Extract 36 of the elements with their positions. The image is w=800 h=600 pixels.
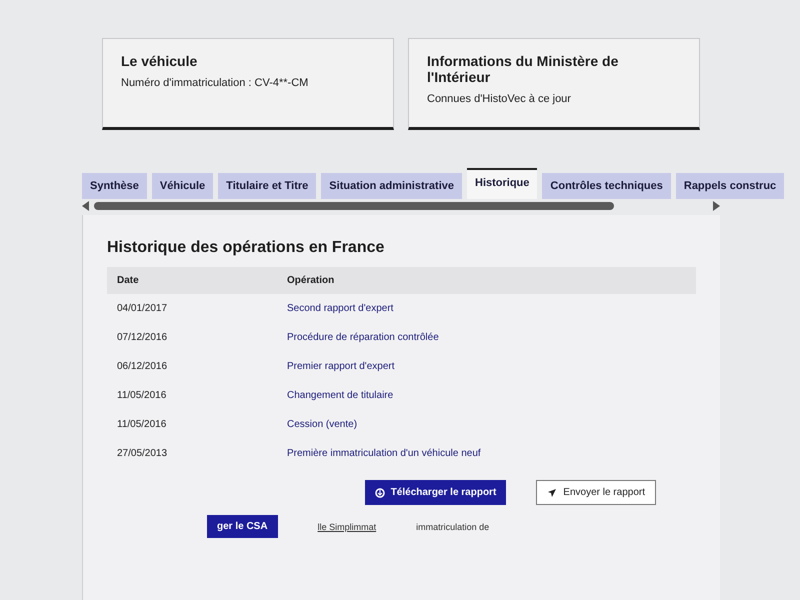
- tab[interactable]: Synthèse: [82, 173, 147, 199]
- download-button[interactable]: Télécharger le rapport: [364, 480, 506, 505]
- table-cell-text: Changement de titulaire: [286, 389, 394, 403]
- table-cell-text: 06/12/2016: [116, 360, 168, 374]
- column-header: Date: [107, 267, 277, 294]
- section-title: Historique des opérations en France: [107, 239, 386, 257]
- send-icon: [547, 488, 558, 498]
- scroll-right-icon[interactable]: [712, 201, 720, 211]
- table-cell-text: Première immatriculation d'un véhicule neuf: [286, 447, 482, 461]
- table-cell-text: 11/05/2016: [116, 418, 168, 432]
- tab[interactable]: Rappels construc: [676, 173, 784, 199]
- card-title: Le véhicule: [121, 53, 198, 69]
- tab[interactable]: Historique: [467, 168, 538, 199]
- download-icon: [374, 488, 385, 498]
- table-cell-text: 11/05/2016: [116, 389, 168, 403]
- table-cell: 04/01/2017: [107, 294, 277, 323]
- card-subtitle: Connues d'HistoVec à ce jour: [427, 93, 572, 105]
- csa-button[interactable]: ger le CSA: [207, 515, 278, 538]
- scroll-left-icon[interactable]: [82, 201, 90, 211]
- table-cell-text: Premier rapport d'expert: [286, 360, 396, 374]
- card-subtitle: Numéro d'immatriculation : CV-4**-CM: [121, 77, 310, 89]
- table-cell: Second rapport d'expert: [277, 294, 696, 323]
- tab[interactable]: Véhicule: [152, 173, 214, 199]
- table-cell-text: 07/12/2016: [116, 331, 168, 345]
- simplimmat-link[interactable]: lle Simplimmat: [318, 522, 376, 532]
- table-cell-text: Cession (vente): [286, 418, 358, 432]
- column-header: Opération: [277, 267, 696, 294]
- table-cell-text: 27/05/2013: [116, 447, 168, 461]
- scrollbar-thumb[interactable]: [94, 202, 614, 210]
- table-cell-text: Procédure de réparation contrôlée: [286, 331, 440, 345]
- send-button[interactable]: Envoyer le rapport: [536, 480, 656, 505]
- tab[interactable]: Titulaire et Titre: [218, 173, 316, 199]
- card-title: Informations du Ministère de l'Intérieur: [427, 53, 620, 85]
- tab[interactable]: Contrôles techniques: [542, 173, 671, 199]
- footer-text: immatriculation de: [416, 522, 490, 532]
- tab[interactable]: Situation administrative: [321, 173, 462, 199]
